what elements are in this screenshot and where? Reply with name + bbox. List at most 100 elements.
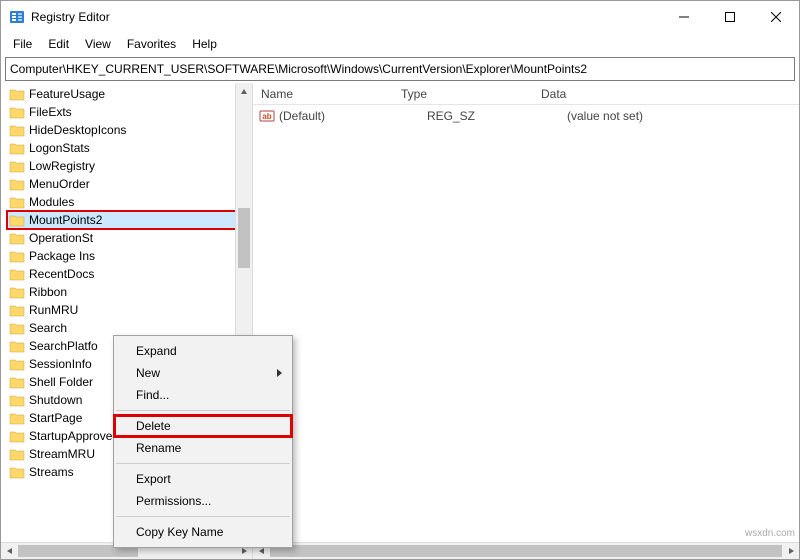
- folder-icon: [9, 123, 25, 137]
- registry-editor-window: Registry Editor File Edit View Favorites…: [0, 0, 800, 560]
- context-menu-item-expand[interactable]: Expand: [114, 340, 292, 362]
- tree-item[interactable]: OperationSt: [7, 229, 252, 247]
- folder-icon: [9, 267, 25, 281]
- folder-icon: [9, 303, 25, 317]
- column-header-type[interactable]: Type: [393, 87, 533, 101]
- folder-icon: [9, 339, 25, 353]
- tree-item[interactable]: FeatureUsage: [7, 85, 252, 103]
- tree-item[interactable]: RunMRU: [7, 301, 252, 319]
- column-headers: Name Type Data: [253, 83, 799, 105]
- watermark: wsxdn.com: [745, 528, 795, 539]
- tree-item[interactable]: HideDesktopIcons: [7, 121, 252, 139]
- scroll-left-button[interactable]: [1, 543, 18, 559]
- tree-item-label: StartPage: [29, 411, 82, 425]
- value-row[interactable]: ab (Default) REG_SZ (value not set): [253, 107, 799, 125]
- values-list[interactable]: ab (Default) REG_SZ (value not set): [253, 105, 799, 542]
- tree-item[interactable]: LogonStats: [7, 139, 252, 157]
- folder-icon: [9, 465, 25, 479]
- context-menu-item-find[interactable]: Find...: [114, 384, 292, 406]
- tree-item-label: Streams: [29, 465, 74, 479]
- scroll-up-button[interactable]: [236, 83, 252, 100]
- context-menu-item-permissions[interactable]: Permissions...: [114, 490, 292, 512]
- tree-item-label: SessionInfo: [29, 357, 92, 371]
- tree-item[interactable]: Ribbon: [7, 283, 252, 301]
- context-menu-separator: [116, 463, 290, 464]
- folder-icon: [9, 357, 25, 371]
- tree-item-label: OperationSt: [29, 231, 93, 245]
- tree-item[interactable]: RecentDocs: [7, 265, 252, 283]
- tree-item-label: Package Ins: [29, 249, 95, 263]
- values-hscroll-track[interactable]: [270, 543, 782, 559]
- tree-item[interactable]: MenuOrder: [7, 175, 252, 193]
- value-data: (value not set): [559, 109, 799, 123]
- tree-item-label: Search: [29, 321, 67, 335]
- regedit-icon: [9, 9, 25, 25]
- folder-icon: [9, 321, 25, 335]
- tree-item-label: FeatureUsage: [29, 87, 105, 101]
- tree-item-label: FileExts: [29, 105, 72, 119]
- maximize-button[interactable]: [707, 1, 753, 33]
- tree-item-label: Modules: [29, 195, 74, 209]
- tree-item-label: Shell Folder: [29, 375, 93, 389]
- address-path: Computer\HKEY_CURRENT_USER\SOFTWARE\Micr…: [10, 62, 587, 76]
- folder-icon: [9, 105, 25, 119]
- menubar: File Edit View Favorites Help: [1, 33, 799, 55]
- folder-icon: [9, 447, 25, 461]
- tree-item[interactable]: LowRegistry: [7, 157, 252, 175]
- menu-help[interactable]: Help: [184, 35, 225, 53]
- address-bar[interactable]: Computer\HKEY_CURRENT_USER\SOFTWARE\Micr…: [5, 57, 795, 81]
- context-menu: ExpandNewFind... DeleteRename ExportPermis…: [113, 335, 293, 548]
- folder-icon: [9, 213, 25, 227]
- folder-icon: [9, 87, 25, 101]
- tree-item[interactable]: FileExts: [7, 103, 252, 121]
- tree-item-label: MenuOrder: [29, 177, 90, 191]
- folder-icon: [9, 159, 25, 173]
- tree-item-label: MountPoints2: [29, 213, 102, 227]
- folder-icon: [9, 375, 25, 389]
- tree-vscroll-thumb[interactable]: [238, 208, 250, 268]
- column-header-data[interactable]: Data: [533, 87, 799, 101]
- context-menu-item-delete[interactable]: Delete: [114, 415, 292, 437]
- column-header-name[interactable]: Name: [253, 87, 393, 101]
- values-hscrollbar[interactable]: [253, 542, 799, 559]
- titlebar: Registry Editor: [1, 1, 799, 33]
- tree-item-label: Ribbon: [29, 285, 67, 299]
- tree-item-label: RunMRU: [29, 303, 78, 317]
- tree-item-label: Shutdown: [29, 393, 82, 407]
- tree-item-label: SearchPlatfo: [29, 339, 98, 353]
- context-menu-item-export[interactable]: Export: [114, 468, 292, 490]
- tree-item-label: HideDesktopIcons: [29, 123, 126, 137]
- folder-icon: [9, 141, 25, 155]
- window-controls: [661, 1, 799, 33]
- tree-item-label: RecentDocs: [29, 267, 94, 281]
- folder-icon: [9, 285, 25, 299]
- context-menu-item-copykeyname[interactable]: Copy Key Name: [114, 521, 292, 543]
- window-title: Registry Editor: [31, 10, 110, 24]
- folder-icon: [9, 411, 25, 425]
- tree-item-label: StreamMRU: [29, 447, 95, 461]
- values-scroll-right-button[interactable]: [782, 543, 799, 559]
- menu-edit[interactable]: Edit: [40, 35, 77, 53]
- menu-file[interactable]: File: [5, 35, 40, 53]
- tree-item-label: LogonStats: [29, 141, 90, 155]
- tree-item[interactable]: MountPoints2: [7, 211, 252, 229]
- folder-icon: [9, 393, 25, 407]
- values-hscroll-thumb[interactable]: [270, 545, 782, 557]
- folder-icon: [9, 429, 25, 443]
- menu-favorites[interactable]: Favorites: [119, 35, 184, 53]
- minimize-button[interactable]: [661, 1, 707, 33]
- context-menu-item-new[interactable]: New: [114, 362, 292, 384]
- tree-item-label: StartupApproved: [29, 429, 119, 443]
- svg-text:ab: ab: [262, 112, 271, 121]
- value-name: (Default): [279, 109, 419, 123]
- folder-icon: [9, 195, 25, 209]
- menu-view[interactable]: View: [77, 35, 119, 53]
- tree-item[interactable]: Package Ins: [7, 247, 252, 265]
- context-menu-item-rename[interactable]: Rename: [114, 437, 292, 459]
- tree-item[interactable]: Modules: [7, 193, 252, 211]
- close-button[interactable]: [753, 1, 799, 33]
- folder-icon: [9, 177, 25, 191]
- body: FeatureUsage FileExts HideDesktopIcons Logo…: [1, 83, 799, 559]
- context-menu-separator: [116, 516, 290, 517]
- values-pane: Name Type Data ab (Default) REG_SZ (valu…: [253, 83, 799, 559]
